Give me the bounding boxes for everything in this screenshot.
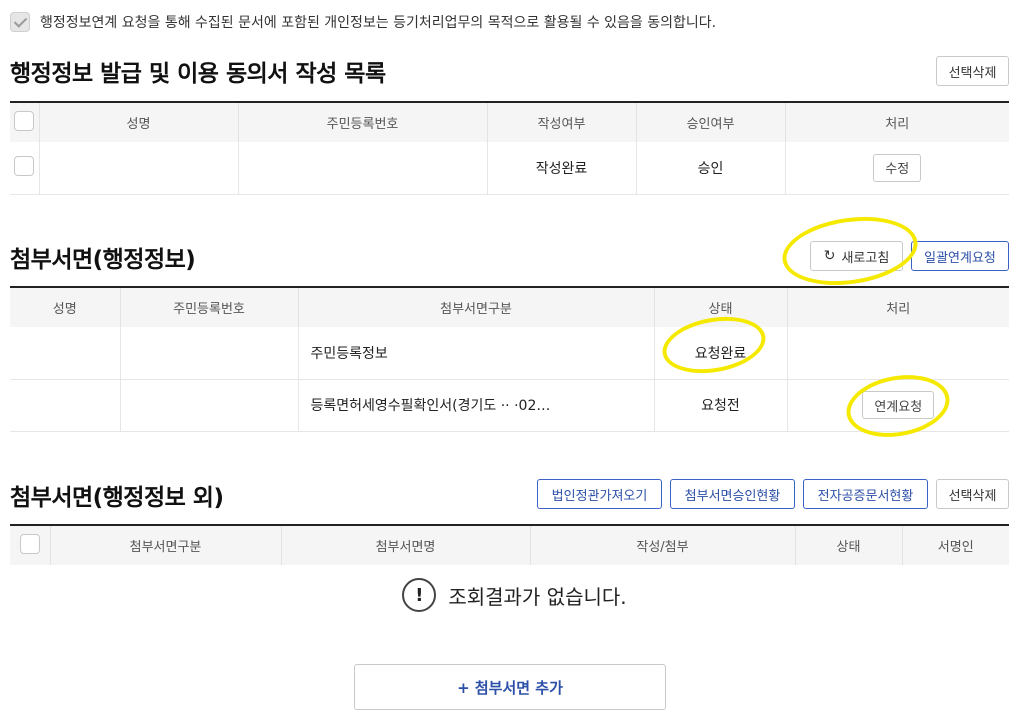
select-all-checkbox-cell[interactable] [10, 525, 50, 565]
section1-title: 행정정보 발급 및 이용 동의서 작성 목록 [10, 61, 386, 87]
other-attachments-table: 첨부서면구분 첨부서면명 작성/첨부 상태 서명인 [10, 524, 1009, 565]
col-attachment-type: 첨부서면구분 [297, 287, 654, 327]
cell-action [786, 327, 1009, 380]
cell-name [10, 379, 120, 432]
col-attachment-type: 첨부서면구분 [49, 525, 281, 565]
batch-request-button[interactable]: 일괄연계요청 [911, 241, 1009, 271]
row-checkbox[interactable] [14, 155, 35, 176]
select-all-checkbox[interactable] [14, 110, 35, 131]
col-resident-no: 주민등록번호 [119, 287, 298, 327]
table-row: 주민등록정보 요청완료 [10, 327, 1009, 380]
table-row: 작성완료 승인 수정 [10, 142, 1009, 195]
cell-resident-no [119, 379, 298, 432]
section3-title: 첨부서면(행정정보 외) [10, 485, 224, 511]
add-attachment-button[interactable]: + 첨부서면 추가 [354, 664, 666, 710]
section1-delete-button[interactable]: 선택삭제 [936, 56, 1009, 86]
cell-resident-no [119, 327, 298, 380]
highlight-refresh-mark [778, 208, 922, 294]
import-articles-button[interactable]: 법인정관가져오기 [537, 479, 662, 509]
col-name: 성명 [10, 287, 120, 327]
col-status: 상태 [794, 525, 902, 565]
attachment-approval-status-button[interactable]: 첨부서면승인현황 [670, 479, 795, 509]
col-attachment-name: 첨부서면명 [280, 525, 530, 565]
col-written: 작성여부 [486, 102, 636, 142]
cell-status: 요청전 [653, 379, 787, 432]
cell-attachment-type: 주민등록정보 [297, 327, 654, 380]
consent-row: 행정정보연계 요청을 통해 수집된 문서에 포함된 개인정보는 등기처리업무의 … [10, 12, 716, 32]
empty-result: ! 조회결과가 없습니다. [0, 578, 1029, 612]
select-all-checkbox[interactable] [19, 533, 40, 554]
edit-button[interactable]: 수정 [873, 153, 922, 182]
col-action: 처리 [784, 102, 1009, 142]
col-name: 성명 [38, 102, 238, 142]
consent-list-table: 성명 주민등록번호 작성여부 승인여부 처리 작성완료 승인 수정 [10, 101, 1009, 195]
col-approved: 승인여부 [635, 102, 785, 142]
col-resident-no: 주민등록번호 [237, 102, 487, 142]
section2-title: 첨부서면(행정정보) [10, 247, 196, 273]
cell-written: 작성완료 [486, 142, 636, 195]
col-action: 처리 [786, 287, 1009, 327]
section3-delete-button[interactable]: 선택삭제 [936, 479, 1009, 509]
col-write-attach: 작성/첨부 [529, 525, 795, 565]
col-signer: 서명인 [901, 525, 1009, 565]
cell-name [38, 142, 238, 195]
consent-text: 행정정보연계 요청을 통해 수집된 문서에 포함된 개인정보는 등기처리업무의 … [40, 15, 717, 31]
cell-name [10, 327, 120, 380]
empty-result-text: 조회결과가 없습니다. [448, 584, 627, 609]
consent-checkbox[interactable] [10, 12, 30, 32]
cell-approved: 승인 [635, 142, 785, 195]
alert-icon: ! [402, 578, 437, 612]
cell-resident-no [237, 142, 487, 195]
select-all-checkbox-cell[interactable] [10, 102, 39, 142]
cell-attachment-type: 등록면허세영수필확인서(경기도 ·· ·02… [297, 379, 654, 432]
e-notary-status-button[interactable]: 전자공증문서현황 [803, 479, 928, 509]
